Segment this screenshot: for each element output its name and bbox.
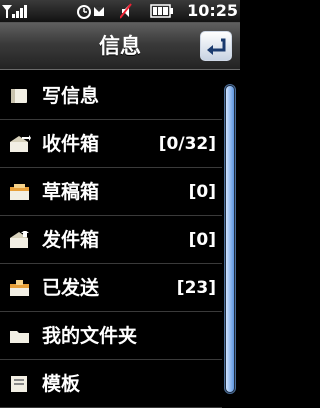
template-icon (11, 376, 27, 392)
menu-label: 发件箱 (42, 229, 100, 251)
menu-count: [23] (176, 278, 216, 298)
menu-count: [0/32] (158, 134, 216, 154)
message-menu-list: 写信息 收件箱 [0/32] 草稿箱 [0] 发件箱 [0] 已发送 [23] … (0, 72, 222, 408)
menu-label: 写信息 (42, 85, 100, 107)
menu-item-sent[interactable]: 已发送 [23] (0, 264, 222, 312)
drafts-icon (10, 184, 29, 200)
sent-icon (10, 280, 29, 296)
menu-count: [0] (188, 230, 216, 250)
status-bar: 10:25 (0, 0, 240, 23)
header-bar: 信息 (0, 23, 240, 70)
sound-off-icon (120, 3, 132, 19)
scrollbar[interactable] (224, 84, 236, 394)
folder-icon (10, 331, 29, 343)
menu-item-templates[interactable]: 模板 (0, 360, 222, 408)
signal-icon (2, 5, 27, 18)
battery-icon (150, 4, 173, 18)
back-arrow-icon (207, 38, 226, 55)
menu-item-write-message[interactable]: 写信息 (0, 72, 222, 120)
back-button[interactable] (200, 31, 232, 61)
write-message-icon (11, 89, 27, 103)
menu-item-inbox[interactable]: 收件箱 [0/32] (0, 120, 222, 168)
menu-label: 已发送 (42, 277, 100, 299)
menu-label: 收件箱 (42, 133, 100, 155)
menu-label: 我的文件夹 (42, 325, 138, 347)
menu-item-outbox[interactable]: 发件箱 [0] (0, 216, 222, 264)
alarm-icon (77, 5, 104, 19)
menu-count: [0] (188, 182, 216, 202)
menu-item-my-folders[interactable]: 我的文件夹 (0, 312, 222, 360)
menu-item-drafts[interactable]: 草稿箱 [0] (0, 168, 222, 216)
menu-label: 草稿箱 (42, 181, 100, 203)
status-time: 10:25 (187, 1, 238, 20)
scrollbar-thumb[interactable] (226, 86, 234, 392)
outbox-icon (10, 231, 29, 248)
inbox-icon (10, 135, 31, 152)
menu-label: 模板 (42, 373, 81, 395)
